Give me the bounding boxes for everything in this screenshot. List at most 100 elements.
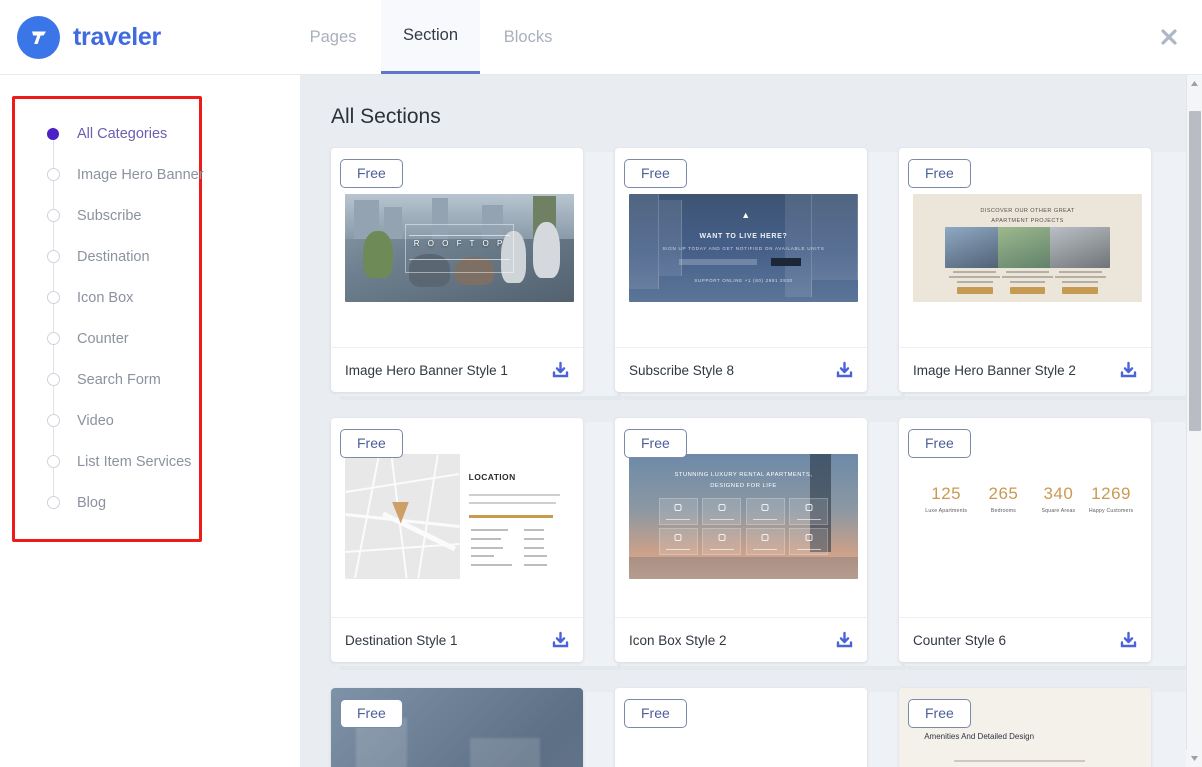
card-footer: Destination Style 1 xyxy=(331,617,583,662)
header-bar: traveler Pages Section Blocks xyxy=(0,0,1202,75)
tab-pages[interactable]: Pages xyxy=(285,0,381,74)
scrollbar-thumb[interactable] xyxy=(1189,111,1201,431)
sidebar-item-subscribe[interactable]: Subscribe xyxy=(15,195,199,236)
sidebar-item-blog[interactable]: Blog xyxy=(15,482,199,523)
sidebar-item-destination[interactable]: Destination xyxy=(15,236,199,277)
thumb-title: Amenities And Detailed Design xyxy=(924,731,1035,741)
thumb-support: SUPPORT ONLINE +1 (80) 2991 2930 xyxy=(694,278,793,284)
sidebar-item-label: Destination xyxy=(77,248,150,265)
thumb-title-line1: DISCOVER OUR OTHER GREAT xyxy=(980,208,1075,215)
brand: traveler xyxy=(0,0,285,74)
card-title: Image Hero Banner Style 1 xyxy=(345,362,508,378)
sidebar-item-icon-box[interactable]: Icon Box xyxy=(15,277,199,318)
thumb-title: LOCATION xyxy=(468,471,516,482)
card-preview: Free xyxy=(331,148,583,347)
tab-bar: Pages Section Blocks xyxy=(285,0,576,74)
download-icon[interactable] xyxy=(551,361,570,380)
card-stack: Free DISCOVER OUR OTHER GREAT APARTMENT … xyxy=(899,148,1191,400)
modal-body: All Categories Image Hero Banner Subscri… xyxy=(0,75,1202,767)
card-footer: Image Hero Banner Style 1 xyxy=(331,347,583,392)
card-preview: Free STUNNING LUXURY RENTAL APARTMENTS, … xyxy=(615,418,867,617)
counter-label: Square Areas xyxy=(1041,508,1076,514)
thumbnail: DISCOVER OUR OTHER GREAT APARTMENT PROJE… xyxy=(913,194,1142,302)
grid-row-partial: Free Free Amenities And Detailed Design … xyxy=(331,688,1202,767)
counter-value: 265 xyxy=(988,484,1019,503)
sidebar-item-video[interactable]: Video xyxy=(15,400,199,441)
section-card-icon-box-style-2[interactable]: Free STUNNING LUXURY RENTAL APARTMENTS, … xyxy=(615,418,867,662)
sidebar-item-image-hero-banner[interactable]: Image Hero Banner xyxy=(15,154,204,195)
card-stack: Free STUNNING LUXURY RENTAL APARTMENTS, … xyxy=(615,418,907,670)
card-title: Image Hero Banner Style 2 xyxy=(913,362,1076,378)
card-preview: Free DISCOVER OUR OTHER GREAT APARTMENT … xyxy=(899,148,1151,347)
download-icon[interactable] xyxy=(835,631,854,650)
status-badge: Free xyxy=(340,699,403,728)
sidebar: All Categories Image Hero Banner Subscri… xyxy=(0,75,300,767)
card-title: Counter Style 6 xyxy=(913,632,1007,648)
counter-value: 125 xyxy=(931,484,962,503)
sidebar-item-all-categories[interactable]: All Categories xyxy=(15,113,199,154)
plugin-modal: traveler Pages Section Blocks All Catego… xyxy=(0,0,1202,767)
grid-row: Free xyxy=(331,148,1202,400)
card-preview: Free xyxy=(331,418,583,617)
counter-label: Bedrooms xyxy=(990,508,1017,514)
card-footer: Counter Style 6 xyxy=(899,617,1151,662)
sections-panel: All Sections Free R O O F T O P Image He… xyxy=(300,75,1202,767)
download-icon[interactable] xyxy=(835,361,854,380)
status-badge: Free xyxy=(908,159,971,188)
card-stack: Free xyxy=(331,688,623,767)
bullet-icon xyxy=(47,250,60,263)
scrollbar-track[interactable] xyxy=(1187,92,1202,767)
sidebar-item-label: Search Form xyxy=(77,371,161,388)
status-badge: Free xyxy=(340,429,403,458)
card-footer: Icon Box Style 2 xyxy=(615,617,867,662)
download-icon[interactable] xyxy=(1119,631,1138,650)
sidebar-item-label: Video xyxy=(77,412,114,429)
counter-value: 340 xyxy=(1043,484,1074,503)
section-card-image-hero-banner-style-1[interactable]: Free R O O F T O P Image Hero Banner Sty… xyxy=(331,148,583,392)
scroll-up-arrow-icon[interactable] xyxy=(1187,75,1202,92)
bullet-icon xyxy=(47,455,60,468)
close-icon[interactable] xyxy=(1158,26,1180,48)
thumbnail: STUNNING LUXURY RENTAL APARTMENTS, DESIG… xyxy=(629,454,858,579)
section-card-partial-beige[interactable]: Free xyxy=(615,688,867,767)
section-card-destination-style-1[interactable]: Free LOCATION Destination Style 1 xyxy=(331,418,583,662)
sidebar-item-list-item-services[interactable]: List Item Services xyxy=(15,441,199,482)
thumb-title-line1: STUNNING LUXURY RENTAL APARTMENTS, xyxy=(674,471,813,478)
counter-value: 1269 xyxy=(1091,484,1131,503)
section-card-image-hero-banner-style-2[interactable]: Free DISCOVER OUR OTHER GREAT APARTMENT … xyxy=(899,148,1151,392)
card-footer: Subscribe Style 8 xyxy=(615,347,867,392)
scroll-down-arrow-icon[interactable] xyxy=(1186,750,1202,767)
tab-section[interactable]: Section xyxy=(381,0,481,74)
grid-row: Free xyxy=(331,418,1202,670)
sidebar-item-label: Image Hero Banner xyxy=(77,166,204,183)
sidebar-item-label: Subscribe xyxy=(77,207,142,224)
section-card-counter-style-6[interactable]: Free 125 Luxe Apartments 265 Bedrooms 34… xyxy=(899,418,1151,662)
counter-label: Happy Customers xyxy=(1088,508,1134,514)
thumbnail: ▲ WANT TO LIVE HERE? SIGN UP TODAY AND G… xyxy=(629,194,858,302)
section-card-subscribe-style-8[interactable]: Free ▲ WANT TO LIVE HERE? SIGN UP TODAY … xyxy=(615,148,867,392)
sidebar-item-search-form[interactable]: Search Form xyxy=(15,359,199,400)
sidebar-item-label: All Categories xyxy=(77,125,168,142)
download-icon[interactable] xyxy=(1119,361,1138,380)
download-icon[interactable] xyxy=(551,631,570,650)
thumb-title: WANT TO LIVE HERE? xyxy=(699,232,788,240)
thumb-sub: SIGN UP TODAY AND GET NOTIFIED ON AVAILA… xyxy=(662,245,825,251)
thumbnail-location: LOCATION xyxy=(345,454,574,579)
bullet-icon xyxy=(47,168,60,181)
bullet-icon xyxy=(47,414,60,427)
bullet-icon xyxy=(47,332,60,345)
vertical-scrollbar[interactable] xyxy=(1186,75,1202,767)
sidebar-item-counter[interactable]: Counter xyxy=(15,318,199,359)
bullet-icon xyxy=(47,496,60,509)
card-stack: Free ▲ WANT TO LIVE HERE? SIGN UP TODAY … xyxy=(615,148,907,400)
card-title: Icon Box Style 2 xyxy=(629,632,727,648)
brand-name: traveler xyxy=(73,22,161,51)
sidebar-item-label: Icon Box xyxy=(77,289,134,306)
card-preview: Free ▲ WANT TO LIVE HERE? SIGN UP TODAY … xyxy=(615,148,867,347)
card-preview: Free xyxy=(615,688,867,767)
card-stack: Free xyxy=(331,148,623,400)
tab-blocks[interactable]: Blocks xyxy=(480,0,576,74)
card-footer: Image Hero Banner Style 2 xyxy=(899,347,1151,392)
section-card-partial-video[interactable]: Free xyxy=(331,688,583,767)
section-card-partial-amenities[interactable]: Amenities And Detailed Design Free xyxy=(899,688,1151,767)
